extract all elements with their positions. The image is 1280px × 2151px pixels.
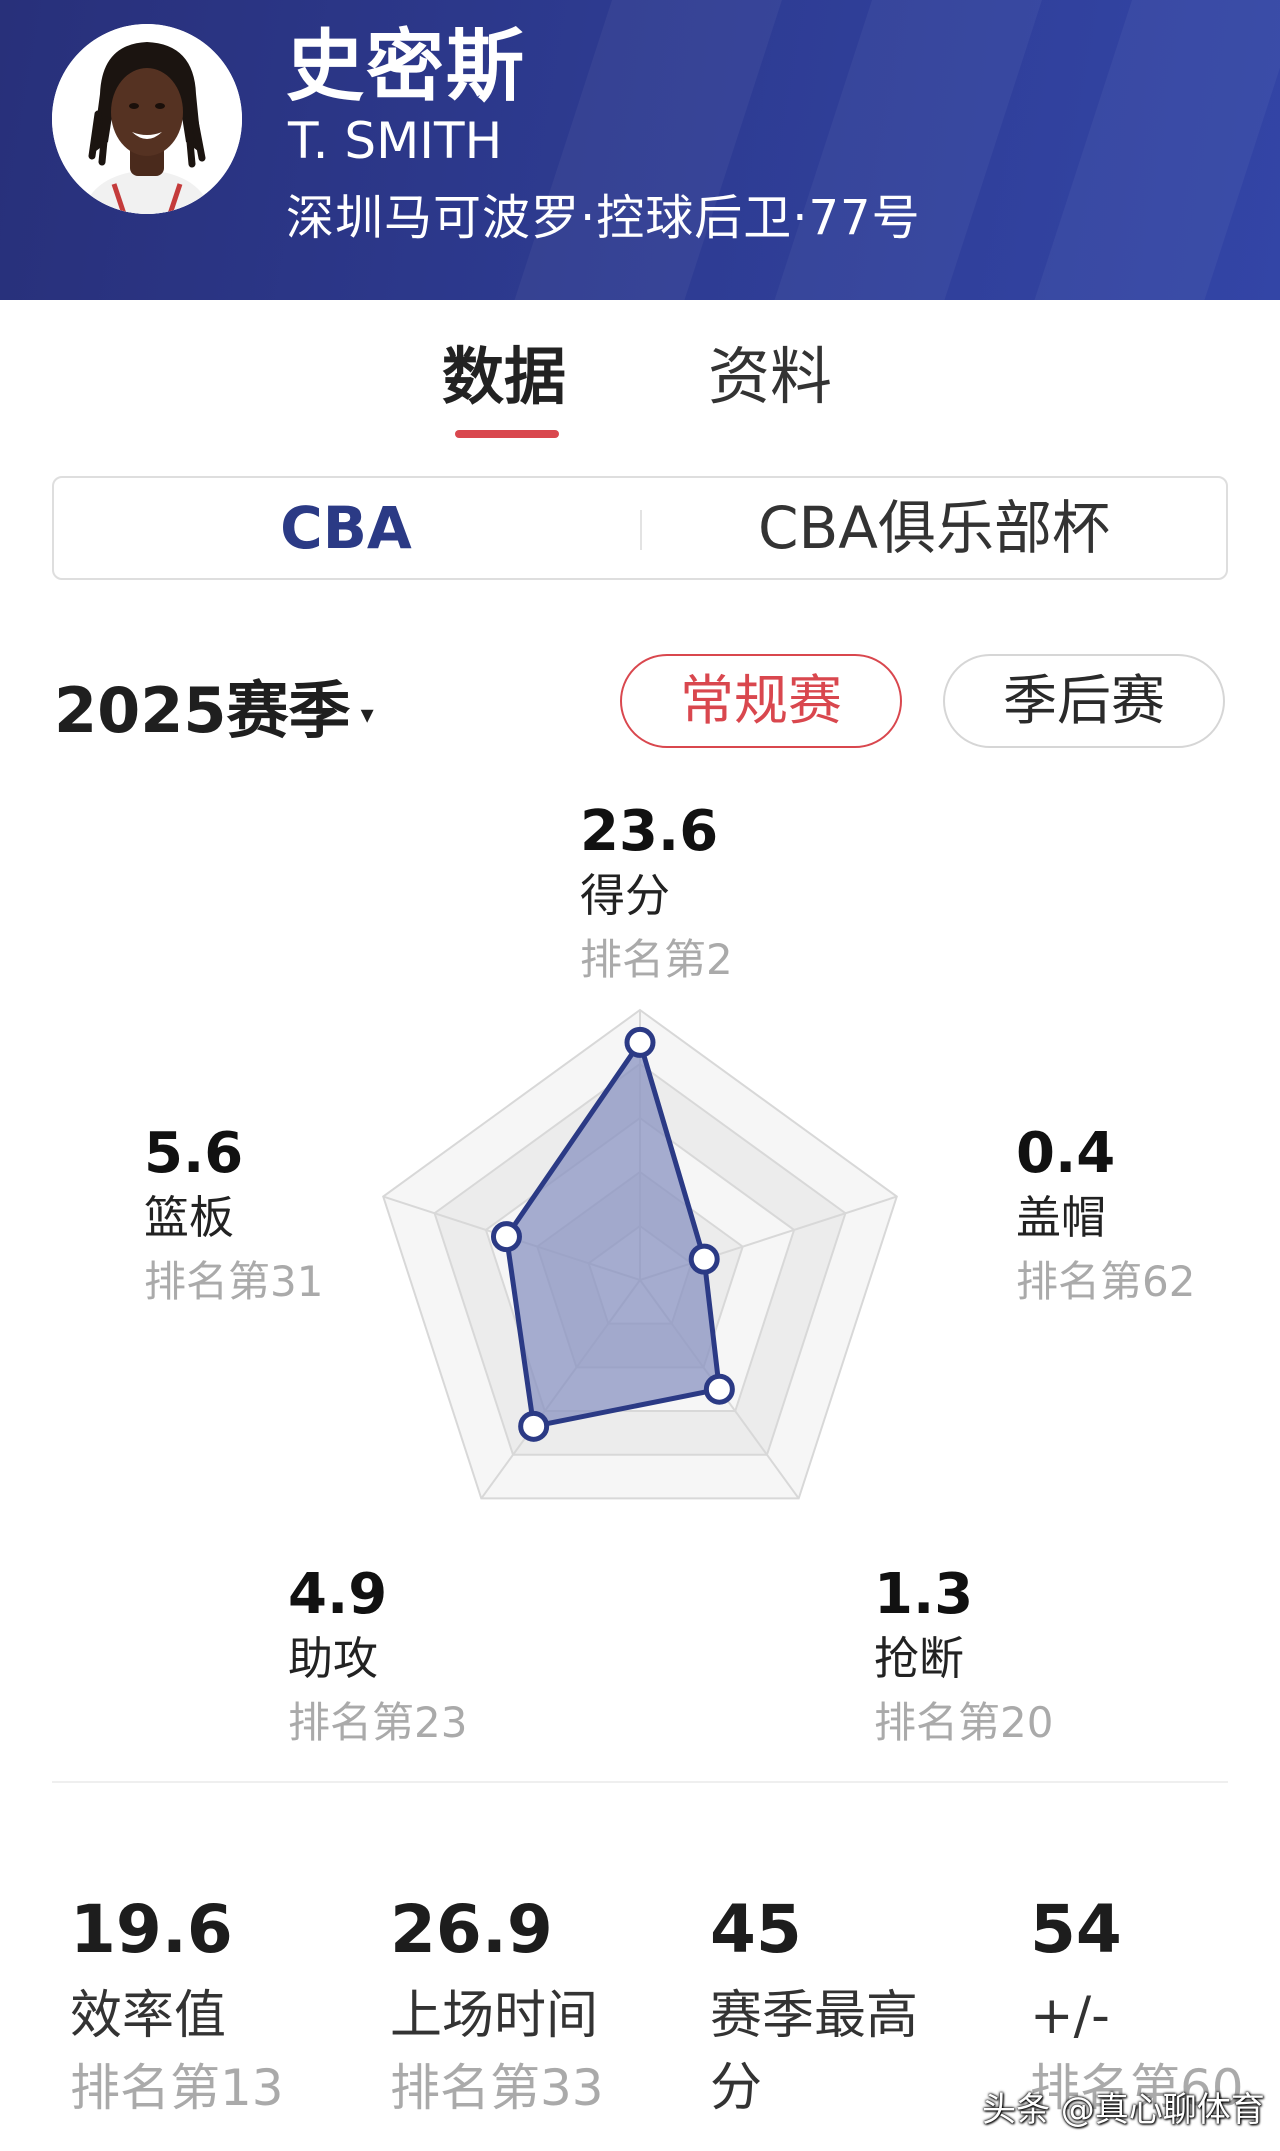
radar-point-助攻 bbox=[518, 1410, 550, 1442]
season-label: 2025赛季 bbox=[54, 674, 351, 747]
tab-profile[interactable]: 资料 bbox=[708, 326, 832, 416]
playoff-button[interactable]: 季后赛 bbox=[943, 654, 1225, 748]
stat-rebounds: 5.6 篮板 排名第31 bbox=[144, 1122, 323, 1314]
stat-label: 盖帽 bbox=[1016, 1191, 1107, 1244]
player-team-info: 深圳马可波罗·控球后卫·77号 bbox=[286, 190, 921, 246]
summary-stat-value: 45 bbox=[710, 1891, 802, 1968]
summary-stat-rank: 排名第33 bbox=[390, 2059, 604, 2117]
summary-stat-minutes: 26.9 上场时间 排名第33 bbox=[390, 1890, 690, 2124]
summary-stat-efficiency: 19.6 效率值 排名第13 bbox=[70, 1890, 370, 2124]
header-decoration bbox=[488, 0, 802, 300]
stat-label: 抢断 bbox=[874, 1632, 965, 1685]
player-photo-icon bbox=[52, 24, 242, 214]
stat-rank: 排名第31 bbox=[144, 1257, 324, 1306]
stat-value: 1.3 bbox=[874, 1562, 974, 1627]
radar-point-盖帽 bbox=[688, 1243, 720, 1275]
summary-stat-value: 26.9 bbox=[390, 1891, 553, 1968]
stat-value: 4.9 bbox=[288, 1562, 388, 1627]
stat-rank: 排名第23 bbox=[288, 1698, 468, 1747]
league-switch: CBA CBA俱乐部杯 bbox=[52, 476, 1228, 580]
stat-rank: 排名第62 bbox=[1016, 1257, 1196, 1306]
stat-rank: 排名第20 bbox=[874, 1698, 1054, 1747]
stat-value: 23.6 bbox=[580, 799, 719, 864]
summary-stat-value: 19.6 bbox=[70, 1891, 233, 1968]
header-decoration bbox=[748, 0, 1062, 300]
player-header: 史密斯 T. SMITH 深圳马可波罗·控球后卫·77号 bbox=[0, 0, 1280, 300]
stat-points: 23.6 得分 排名第2 bbox=[580, 800, 733, 992]
summary-stat-rank: 排名第13 bbox=[70, 2059, 284, 2117]
stat-assists: 4.9 助攻 排名第23 bbox=[288, 1563, 467, 1755]
stat-label: 篮板 bbox=[144, 1191, 235, 1244]
summary-stat-label: 效率值 bbox=[70, 1986, 227, 2046]
player-english-name: T. SMITH bbox=[288, 112, 503, 170]
section-divider bbox=[52, 1781, 1228, 1783]
summary-stat-label: 上场时间 bbox=[390, 1986, 599, 2046]
stat-value: 0.4 bbox=[1016, 1121, 1116, 1186]
summary-stat-value: 54 bbox=[1030, 1891, 1122, 1968]
radar-point-得分 bbox=[624, 1026, 656, 1058]
league-option-cba[interactable]: CBA bbox=[54, 478, 638, 578]
stat-value: 5.6 bbox=[144, 1121, 244, 1186]
player-name: 史密斯 bbox=[286, 22, 527, 112]
radar-point-篮板 bbox=[490, 1221, 522, 1253]
player-avatar bbox=[52, 24, 242, 214]
radar-point-抢断 bbox=[703, 1373, 735, 1405]
regular-season-button[interactable]: 常规赛 bbox=[620, 654, 902, 748]
league-option-club-cup[interactable]: CBA俱乐部杯 bbox=[642, 478, 1226, 578]
stat-blocks: 0.4 盖帽 排名第62 bbox=[1016, 1122, 1195, 1314]
stat-rank: 排名第2 bbox=[580, 935, 733, 984]
tab-active-indicator bbox=[455, 430, 559, 438]
season-selector[interactable]: 2025赛季 ▾ bbox=[54, 660, 374, 750]
stat-steals: 1.3 抢断 排名第20 bbox=[874, 1563, 1053, 1755]
caret-down-icon: ▾ bbox=[360, 699, 374, 730]
summary-stat-label: +/- bbox=[1030, 1986, 1110, 2046]
stat-label: 得分 bbox=[580, 869, 671, 922]
header-decoration bbox=[1008, 0, 1280, 300]
summary-stat-season-high: 45 赛季最高分 bbox=[710, 1890, 960, 2124]
watermark: 头条 @真心聊体育 bbox=[982, 2090, 1265, 2130]
summary-stat-label: 赛季最高分 bbox=[710, 1986, 919, 2118]
tab-data[interactable]: 数据 bbox=[442, 326, 566, 416]
stat-label: 助攻 bbox=[288, 1632, 379, 1685]
